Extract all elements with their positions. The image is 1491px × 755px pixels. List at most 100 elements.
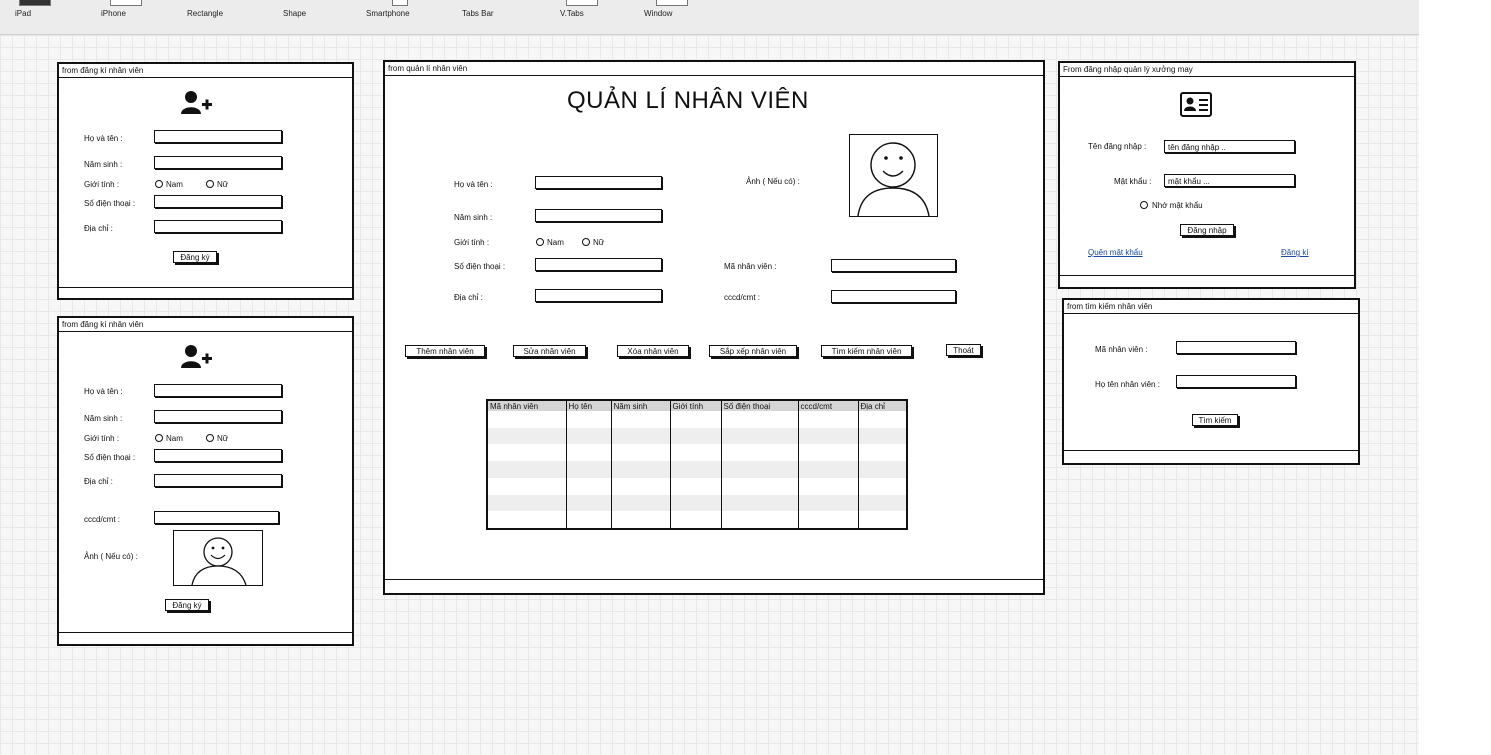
column-header-year[interactable]: Năm sinh: [611, 401, 671, 411]
radio-label: Nữ: [217, 180, 229, 189]
employee-code-input[interactable]: [831, 259, 956, 272]
column-header-code[interactable]: Mã nhân viên: [488, 401, 567, 411]
radio-icon: [582, 238, 590, 246]
toolbar-item-shape[interactable]: Shape: [283, 0, 333, 18]
gender-male-radio[interactable]: Nam: [155, 180, 183, 189]
password-label: Mật khẩu :: [1114, 177, 1152, 186]
address-label: Địa chỉ :: [84, 224, 113, 233]
name-input[interactable]: [154, 384, 282, 397]
name-input[interactable]: [154, 130, 282, 143]
gender-female-radio[interactable]: Nữ: [206, 180, 228, 189]
birth-year-input[interactable]: [535, 209, 662, 222]
column-header-phone[interactable]: Số điện thoại: [721, 401, 799, 411]
employee-name-input[interactable]: [1176, 375, 1296, 388]
window-title: from tìm kiếm nhân viên: [1064, 300, 1358, 314]
gender-male-radio[interactable]: Nam: [536, 238, 564, 247]
radio-label: Nam: [166, 434, 183, 443]
forgot-password-link[interactable]: Quên mật khẩu: [1088, 248, 1143, 257]
column-header-name[interactable]: Họ tên: [566, 401, 612, 411]
radio-label: Nữ: [217, 434, 229, 443]
register-link[interactable]: Đăng kí: [1281, 248, 1309, 257]
phone-input[interactable]: [154, 195, 282, 208]
column-header-cccd[interactable]: cccd/cmt: [798, 401, 859, 411]
toolbar-item-smartphone[interactable]: Smartphone: [366, 0, 434, 18]
search-button[interactable]: Tìm kiếm: [1192, 414, 1238, 426]
id-card-icon: [1180, 92, 1212, 117]
radio-icon: [155, 434, 163, 442]
component-toolbar: iPad iPhone Rectangle Shape Smartphone T…: [0, 0, 1419, 35]
table-row[interactable]: [488, 477, 906, 495]
window-title: from đăng kí nhân viên: [59, 64, 352, 78]
employee-code-label: Mã nhân viên :: [724, 262, 777, 271]
radio-icon: [206, 180, 214, 188]
username-label: Tên đăng nhập :: [1088, 142, 1147, 151]
birth-year-label: Năm sinh :: [84, 414, 123, 423]
delete-employee-button[interactable]: Xóa nhân viên: [617, 345, 689, 357]
window-footer: [59, 632, 352, 644]
password-input[interactable]: mật khẩu ...: [1164, 174, 1295, 187]
register-button[interactable]: Đăng ký: [173, 251, 217, 263]
address-input[interactable]: [154, 220, 282, 233]
photo-label: Ảnh ( Nếu có) :: [84, 552, 138, 561]
phone-input[interactable]: [154, 449, 282, 462]
user-plus-icon: [181, 91, 212, 114]
birth-year-label: Năm sinh :: [84, 160, 123, 169]
gender-female-radio[interactable]: Nữ: [582, 238, 604, 247]
sort-employee-button[interactable]: Sắp xếp nhân viên: [709, 345, 797, 357]
column-header-gender[interactable]: Giới tính: [670, 401, 722, 411]
register-button[interactable]: Đăng ký: [165, 599, 209, 611]
toolbar-item-tabs-bar[interactable]: Tabs Bar: [462, 0, 518, 18]
toolbar-item-rectangle[interactable]: Rectangle: [187, 0, 247, 18]
toolbar-item-vtabs[interactable]: V.Tabs: [560, 0, 604, 18]
birth-year-input[interactable]: [154, 156, 282, 169]
edit-employee-button[interactable]: Sửa nhân viên: [513, 345, 586, 357]
toolbar-item-ipad[interactable]: iPad: [15, 0, 55, 18]
register-window-2: from đăng kí nhân viên Họ và tên : Năm s…: [57, 316, 354, 646]
toolbar-item-label: Tabs Bar: [462, 9, 494, 18]
table-row[interactable]: [488, 461, 906, 478]
photo-label: Ảnh ( Nếu có) :: [746, 177, 800, 186]
phone-input[interactable]: [535, 258, 662, 271]
table-row[interactable]: [488, 427, 906, 445]
table-row[interactable]: [488, 494, 906, 512]
exit-button[interactable]: Thoát: [946, 344, 981, 356]
toolbar-item-label: Shape: [283, 9, 307, 18]
radio-icon: [155, 180, 163, 188]
employee-table[interactable]: Mã nhân viên Họ tên Năm sinh Giới tính S…: [486, 399, 908, 530]
address-input[interactable]: [535, 289, 662, 302]
table-header-row: Mã nhân viên Họ tên Năm sinh Giới tính S…: [488, 401, 906, 411]
search-employee-button[interactable]: Tìm kiếm nhân viên: [821, 345, 912, 357]
window-icon: [656, 0, 688, 6]
employee-code-input[interactable]: [1176, 341, 1296, 354]
name-input[interactable]: [535, 176, 662, 189]
birth-year-input[interactable]: [154, 410, 282, 423]
remember-checkbox[interactable]: Nhớ mật khẩu: [1140, 201, 1203, 210]
phone-label: Số điện thoại :: [84, 453, 136, 462]
photo-placeholder[interactable]: [849, 134, 938, 217]
window-title: from quản lí nhân viên: [385, 62, 1043, 76]
table-row[interactable]: [488, 444, 906, 462]
photo-placeholder[interactable]: [173, 530, 263, 586]
cccd-input[interactable]: [154, 511, 279, 524]
name-label: Họ và tên :: [84, 134, 123, 143]
table-row[interactable]: [488, 511, 906, 528]
gender-female-radio[interactable]: Nữ: [206, 434, 228, 443]
toolbar-item-iphone[interactable]: iPhone: [101, 0, 151, 18]
username-input[interactable]: tên đăng nhập ..: [1164, 140, 1295, 153]
table-row[interactable]: [488, 411, 906, 428]
window-title: From đăng nhập quản lý xưởng may: [1060, 63, 1354, 77]
toolbar-item-window[interactable]: Window: [644, 0, 700, 18]
gender-male-radio[interactable]: Nam: [155, 434, 183, 443]
add-employee-button[interactable]: Thêm nhân viên: [405, 345, 485, 357]
radio-icon: [206, 434, 214, 442]
login-button[interactable]: Đăng nhập: [1180, 224, 1234, 236]
toolbar-item-label: V.Tabs: [560, 9, 584, 18]
vtabs-icon: [566, 0, 598, 6]
radio-label: Nam: [547, 238, 564, 247]
manage-window: from quản lí nhân viên QUẢN LÍ NHÂN VIÊN…: [383, 60, 1045, 595]
ipad-icon: [19, 0, 51, 6]
avatar-icon: [857, 142, 930, 216]
cccd-input[interactable]: [831, 290, 956, 303]
column-header-address[interactable]: Địa chỉ: [858, 401, 906, 411]
address-input[interactable]: [154, 474, 282, 487]
